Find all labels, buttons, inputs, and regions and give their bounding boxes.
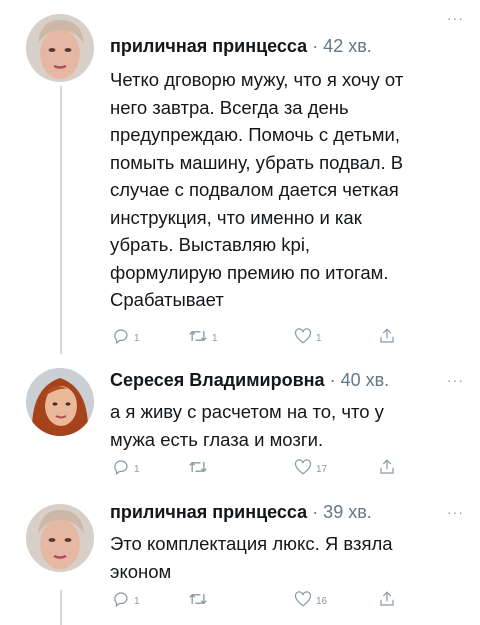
tweet-3[interactable]: приличная принцесса · 39 хв. ··· Это ком… bbox=[0, 490, 480, 625]
reply-icon bbox=[114, 329, 128, 344]
tweet-text: Четко дговорю мужу, что я хочу от него з… bbox=[110, 69, 404, 310]
reply-count: 1 bbox=[134, 464, 140, 475]
tweet-actions: 1 1 1 bbox=[112, 327, 442, 349]
heart-icon bbox=[294, 459, 312, 475]
retweet-count: 1 bbox=[212, 333, 218, 344]
avatar[interactable] bbox=[26, 504, 94, 572]
tweet-actions: 1 17 bbox=[112, 458, 442, 480]
tweet-text: Это комплектация люкс. Я взяла эконом bbox=[110, 533, 393, 582]
like-count: 1 bbox=[316, 333, 322, 344]
like-button[interactable]: 1 bbox=[294, 327, 322, 345]
retweet-button[interactable] bbox=[188, 590, 212, 608]
like-button[interactable]: 16 bbox=[294, 590, 327, 608]
heart-icon bbox=[294, 591, 312, 607]
retweet-button[interactable]: 1 bbox=[188, 327, 218, 345]
tweet-actions: 1 16 bbox=[112, 590, 442, 612]
reply-count: 1 bbox=[134, 596, 140, 607]
retweet-button[interactable] bbox=[188, 458, 212, 476]
reply-count: 1 bbox=[134, 333, 140, 344]
avatar[interactable] bbox=[26, 14, 94, 82]
retweet-icon bbox=[189, 593, 207, 605]
author-name[interactable]: Сересея Владимировна bbox=[110, 370, 325, 390]
reply-button[interactable]: 1 bbox=[112, 458, 140, 476]
share-button[interactable] bbox=[378, 590, 396, 608]
reply-icon bbox=[114, 592, 128, 607]
like-count: 17 bbox=[316, 464, 328, 475]
tweet-2[interactable]: Сересея Владимировна · 40 хв. ··· а я жи… bbox=[0, 360, 480, 490]
share-button[interactable] bbox=[378, 327, 396, 345]
retweet-icon bbox=[189, 330, 207, 342]
more-options-icon[interactable]: ··· bbox=[447, 372, 464, 388]
heart-icon bbox=[294, 328, 312, 344]
share-icon bbox=[380, 328, 394, 343]
tweet-text: а я живу с расчетом на то, что у мужа ес… bbox=[110, 401, 384, 450]
timestamp[interactable]: · 39 хв. bbox=[312, 502, 372, 522]
reply-button[interactable]: 1 bbox=[112, 590, 140, 608]
avatar-photo-icon bbox=[26, 14, 94, 82]
more-options-icon[interactable]: ··· bbox=[447, 10, 464, 26]
share-icon bbox=[380, 591, 394, 606]
like-count: 16 bbox=[316, 596, 328, 607]
reply-icon bbox=[114, 460, 128, 475]
avatar-photo-icon bbox=[26, 504, 94, 572]
more-options-icon[interactable]: ··· bbox=[447, 504, 464, 520]
timestamp[interactable]: · 40 хв. bbox=[330, 370, 390, 390]
author-name[interactable]: приличная принцесса bbox=[110, 502, 307, 522]
reply-button[interactable]: 1 bbox=[112, 327, 140, 345]
share-icon bbox=[380, 459, 394, 474]
retweet-icon bbox=[189, 461, 207, 473]
tweet-1[interactable]: приличная принцесса · 42 хв. ··· Четко д… bbox=[0, 0, 480, 360]
avatar-photo-icon bbox=[26, 368, 94, 436]
timestamp[interactable]: · 42 хв. bbox=[312, 36, 372, 56]
author-name[interactable]: приличная принцесса bbox=[110, 36, 307, 56]
share-button[interactable] bbox=[378, 458, 396, 476]
like-button[interactable]: 17 bbox=[294, 458, 327, 476]
avatar[interactable] bbox=[26, 368, 94, 436]
